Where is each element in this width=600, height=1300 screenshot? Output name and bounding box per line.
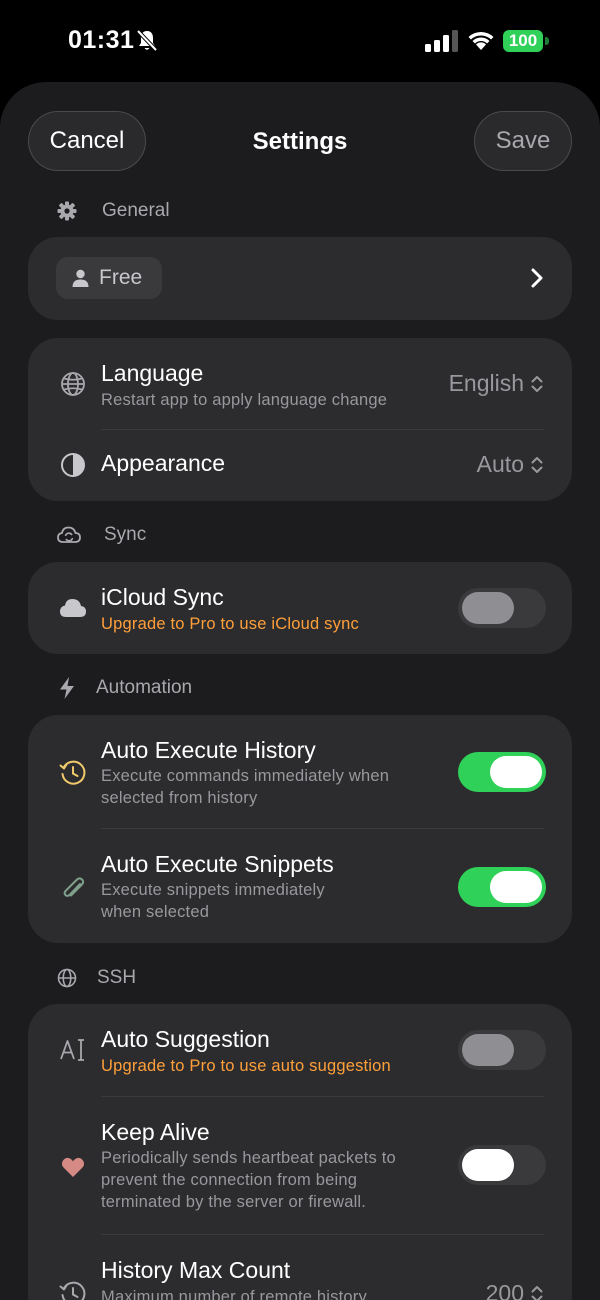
auto-execute-history-subtitle: Execute commands immediately when select… [101,767,390,807]
battery-icon: 100 [503,30,549,52]
auto-execute-snippets-subtitle: Execute snippets immediately when select… [101,881,325,921]
battery-level: 100 [503,30,543,52]
section-label: General [102,200,170,221]
globe-icon [56,967,78,989]
gear-icon [56,200,78,222]
auto-execute-snippets-row: Auto Execute Snippets Execute snippets i… [28,829,572,943]
icloud-sync-row: iCloud Sync Upgrade to Pro to use iCloud… [28,562,572,654]
language-row[interactable]: Language Restart app to apply language c… [28,338,572,430]
auto-execute-snippets-title: Auto Execute Snippets [101,851,334,877]
text-cursor-icon [58,1035,88,1065]
auto-suggestion-row: Auto Suggestion Upgrade to Pro to use au… [28,1004,572,1096]
chevron-right-icon [531,268,543,288]
appearance-select[interactable]: Auto [477,451,544,478]
auto-execute-history-title: Auto Execute History [101,737,316,763]
appearance-value: Auto [476,451,524,477]
section-header-general: General [56,196,170,226]
language-title: Language [101,360,204,386]
plan-label: Free [99,266,143,289]
account-row[interactable]: Free [28,237,572,320]
auto-suggestion-subtitle[interactable]: Upgrade to Pro to use auto suggestion [101,1055,391,1077]
auto-execute-history-row: Auto Execute History Execute commands im… [28,715,572,828]
general-card: Language Restart app to apply language c… [28,338,572,501]
chevron-updown-icon [531,456,543,473]
auto-execute-snippets-toggle[interactable] [458,867,546,907]
paperclip-icon [58,874,88,904]
icloud-sync-toggle[interactable] [458,588,546,628]
history-max-count-value: 200 [485,1280,524,1300]
auto-execute-history-toggle[interactable] [458,752,546,792]
sync-card: iCloud Sync Upgrade to Pro to use iCloud… [28,562,572,654]
wifi-icon [468,31,494,50]
cellular-signal-icon [425,30,458,52]
keep-alive-toggle[interactable] [458,1145,546,1185]
section-label: SSH [97,967,137,988]
language-value: English [448,370,524,396]
language-subtitle: Restart app to apply language change [101,391,388,409]
status-time: 01:31 [68,26,135,54]
bolt-icon [56,677,78,699]
chevron-updown-icon [531,375,543,392]
language-select[interactable]: English [449,370,544,397]
clock-history-icon [58,1279,88,1300]
ssh-card: Auto Suggestion Upgrade to Pro to use au… [28,1004,572,1300]
auto-suggestion-title: Auto Suggestion [101,1026,270,1052]
cloud-icon [58,593,88,623]
history-max-count-title: History Max Count [101,1257,291,1283]
appearance-row[interactable]: Appearance Auto [28,430,572,501]
clock-history-icon [58,758,88,788]
globe-icon [58,369,88,399]
auto-suggestion-toggle[interactable] [458,1030,546,1070]
settings-sheet: Cancel Settings Save General Free Langua… [0,82,600,1300]
icloud-sync-subtitle[interactable]: Upgrade to Pro to use iCloud sync [101,613,359,635]
icloud-sync-title: iCloud Sync [101,584,224,610]
cloud-sync-icon [56,524,82,546]
section-header-ssh: SSH [56,963,136,993]
keep-alive-title: Keep Alive [101,1119,210,1145]
section-label: Sync [104,524,147,545]
keep-alive-subtitle: Periodically sends heartbeat packets to … [101,1149,396,1211]
chevron-updown-icon [531,1285,543,1300]
half-circle-icon [58,450,88,480]
bell-slash-icon [136,29,158,52]
status-bar: 01:31 100 [0,0,600,82]
section-label: Automation [96,677,193,698]
automation-card: Auto Execute History Execute commands im… [28,715,572,943]
keep-alive-row: Keep Alive Periodically sends heartbeat … [28,1097,572,1234]
section-header-sync: Sync [56,520,146,550]
heart-icon [58,1152,88,1182]
history-max-count-select[interactable]: 200 [486,1280,544,1300]
plan-badge: Free [56,257,162,299]
section-header-automation: Automation [56,673,192,703]
save-button[interactable]: Save [474,111,572,171]
history-max-count-row[interactable]: History Max Count Maximum number of remo… [28,1235,572,1300]
history-max-count-subtitle: Maximum number of remote history [101,1288,367,1300]
appearance-title: Appearance [101,450,226,476]
person-icon [72,269,89,287]
